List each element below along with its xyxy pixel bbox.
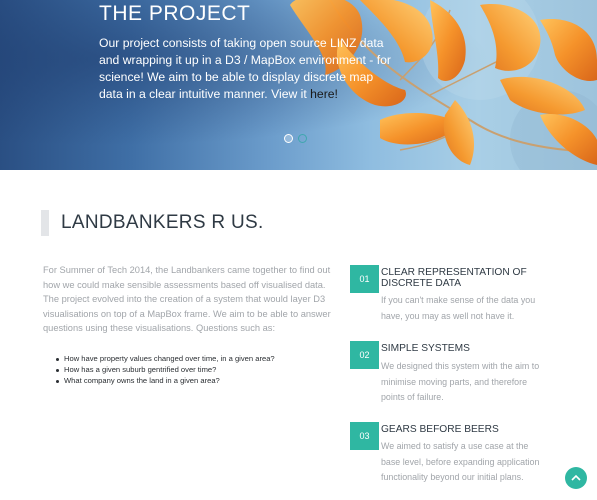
section-title-accent-bar [41, 210, 49, 236]
slider-dot-2[interactable] [298, 134, 307, 143]
feature-number-badge: 01 [350, 265, 379, 293]
section-intro-paragraph: For Summer of Tech 2014, the Landbankers… [43, 265, 331, 334]
feature-number-badge: 03 [350, 422, 379, 450]
section-title: LANDBANKERS R US. [61, 212, 264, 233]
chevron-up-icon [571, 474, 581, 481]
slider-dot-1[interactable] [284, 134, 293, 143]
question-item: What company owns the land in a given ar… [55, 376, 335, 387]
feature-title: GEARS BEFORE BEERS [381, 424, 499, 435]
feature-title: CLEAR REPRESENTATION OF DISCRETE DATA [381, 267, 527, 289]
slider-pagination [284, 134, 307, 143]
hero-banner: THE PROJECT Our project consists of taki… [0, 0, 597, 170]
feature-number-badge: 02 [350, 341, 379, 369]
feature-description: We designed this system with the aim to … [381, 361, 540, 403]
back-to-top-button[interactable] [565, 467, 587, 489]
view-it-link[interactable]: here! [310, 87, 338, 101]
hero-title: THE PROJECT [99, 2, 251, 25]
feature-description: We aimed to satisfy a use case at the ba… [381, 441, 540, 483]
question-item: How have property values changed over ti… [55, 354, 335, 365]
feature-title: SIMPLE SYSTEMS [381, 343, 470, 354]
feature-description: If you can't make sense of the data you … [381, 295, 536, 321]
hero-description: Our project consists of taking open sour… [99, 35, 399, 103]
question-item: How has a given suburb gentrified over t… [55, 365, 335, 376]
hero-description-text: Our project consists of taking open sour… [99, 36, 391, 101]
questions-list: How have property values changed over ti… [55, 354, 335, 386]
